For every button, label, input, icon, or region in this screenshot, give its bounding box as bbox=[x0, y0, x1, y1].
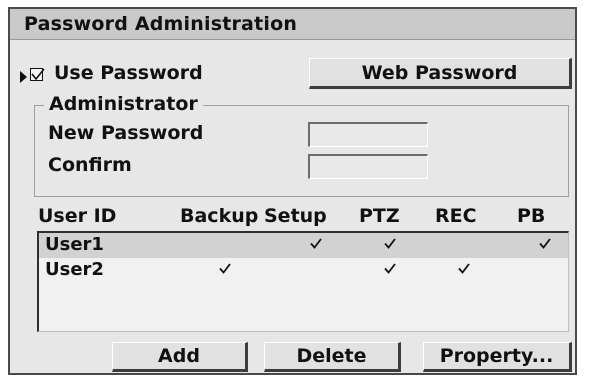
use-password-label[interactable]: Use Password bbox=[54, 62, 203, 84]
column-header-backup: Backup bbox=[180, 205, 259, 227]
ptz-check-icon bbox=[384, 263, 396, 274]
new-password-label: New Password bbox=[48, 122, 204, 144]
backup-check-icon bbox=[219, 263, 231, 274]
ptz-check-icon bbox=[384, 238, 396, 249]
user-id-cell: User1 bbox=[45, 234, 104, 255]
delete-button[interactable]: Delete bbox=[264, 342, 401, 372]
add-button[interactable]: Add bbox=[112, 342, 248, 372]
administrator-legend: Administrator bbox=[44, 93, 203, 115]
column-header-setup: Setup bbox=[264, 205, 327, 227]
column-header-user-id: User ID bbox=[38, 205, 117, 227]
checkmark-icon bbox=[31, 68, 45, 81]
user-row-user2[interactable]: User2 bbox=[39, 258, 568, 283]
user-row-user1[interactable]: User1 bbox=[39, 233, 568, 258]
property-button[interactable]: Property... bbox=[423, 342, 572, 372]
new-password-field[interactable] bbox=[308, 122, 428, 147]
column-header-rec: REC bbox=[435, 205, 477, 227]
focus-arrow-icon bbox=[20, 71, 27, 83]
administrator-group bbox=[34, 105, 569, 197]
confirm-label: Confirm bbox=[48, 154, 132, 176]
pb-check-icon bbox=[539, 238, 551, 249]
use-password-checkbox[interactable] bbox=[30, 68, 45, 81]
title-bar: Password Administration bbox=[10, 9, 575, 40]
web-password-button[interactable]: Web Password bbox=[309, 58, 572, 89]
column-header-ptz: PTZ bbox=[359, 205, 400, 227]
column-header-pb: PB bbox=[517, 205, 546, 227]
user-id-cell: User2 bbox=[45, 259, 104, 280]
user-list[interactable]: User1 User2 bbox=[37, 231, 569, 332]
window-title: Password Administration bbox=[24, 13, 298, 35]
password-admin-window: Password Administration Use Password Web… bbox=[8, 7, 577, 375]
setup-check-icon bbox=[310, 238, 322, 249]
rec-check-icon bbox=[458, 263, 470, 274]
confirm-password-field[interactable] bbox=[308, 154, 428, 179]
